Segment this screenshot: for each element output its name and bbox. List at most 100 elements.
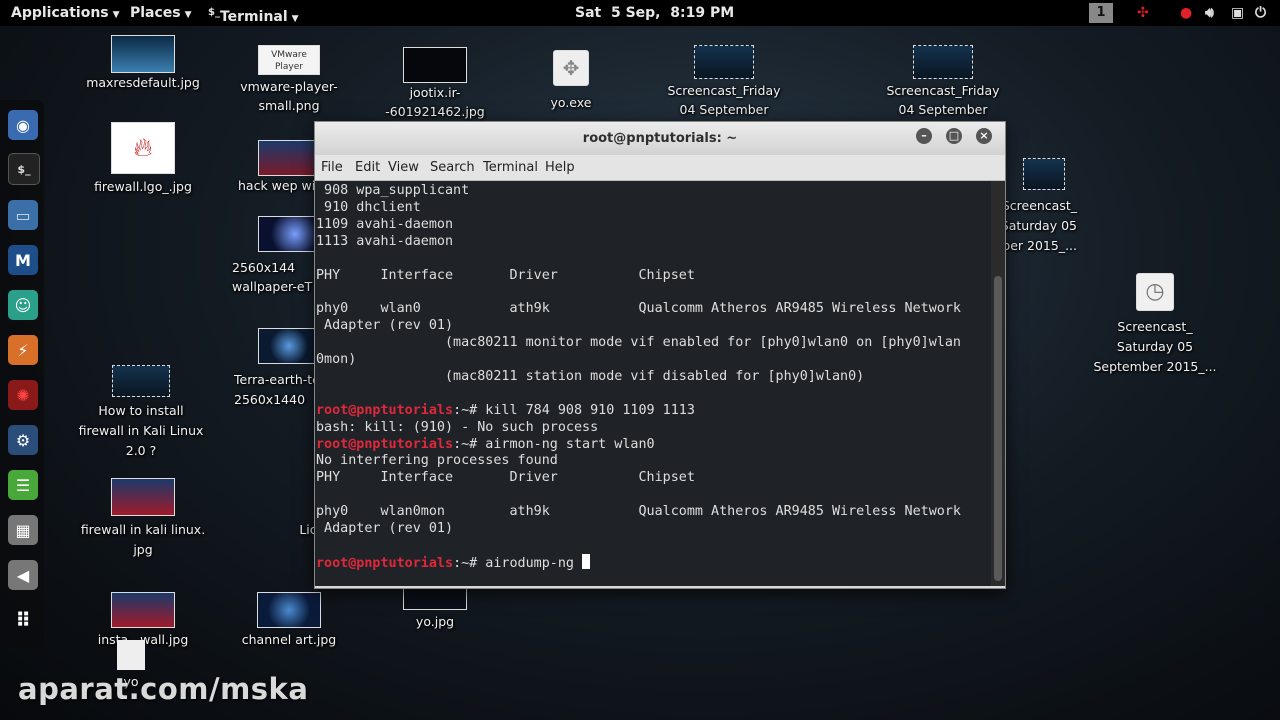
desktop-icon-label: firewall.lgo_.jpg <box>94 179 192 194</box>
desktop-icon[interactable]: firewall in kali linux. jpg <box>78 478 208 560</box>
menu-help[interactable]: Help <box>545 155 575 180</box>
image-thumbnail: VMware Player <box>258 45 320 75</box>
menu-search[interactable]: Search <box>430 155 475 180</box>
desktop-icon-label: jootix.ir--601921462.jpg <box>385 85 485 119</box>
terminal-line: Adapter (rev 01) <box>316 520 453 537</box>
scrollbar[interactable] <box>991 181 1005 586</box>
desktop-icon[interactable]: yo.jpg <box>370 588 500 631</box>
text-editor-icon[interactable]: ☰ <box>8 470 38 500</box>
maximize-icon[interactable]: □ <box>946 128 962 144</box>
desktop-icon[interactable]: 🔥︎ firewall.lgo_.jpg <box>78 122 208 196</box>
terminal-line: Adapter (rev 01) <box>316 317 453 334</box>
terminal-line: root@pnptutorials:~# kill 784 908 910 11… <box>316 402 695 419</box>
terminal-line: PHY Interface Driver Chipset <box>316 469 695 486</box>
terminal-line-text: 1109 avahi-daemon <box>316 216 454 232</box>
menu-file[interactable]: File <box>321 155 343 180</box>
image-thumbnail <box>403 47 467 83</box>
top-panel: Applications ▼ Places ▼ $_Terminal ▼ Sat 5 … <box>0 0 1280 26</box>
desktop-icon-label: maxresdefault.jpg <box>86 75 200 90</box>
terminal-line: 0mon) <box>316 351 356 368</box>
desktop-icon-label: vmware-player-small.png <box>240 79 338 113</box>
terminal-line-text: (mac80211 station mode vif disabled for … <box>316 368 865 384</box>
desktop-icon[interactable]: maxresdefault.jpg <box>78 35 208 92</box>
applications-label: Applications <box>11 5 109 21</box>
terminal-line: No interfering processes found <box>316 452 558 469</box>
desktop-icon[interactable]: Screencast_Friday 04 September <box>878 45 1008 119</box>
watermark: aparat.com/mska <box>18 672 309 706</box>
desktop-icon-label: Screencast_Friday 04 September <box>886 83 1000 117</box>
places-menu[interactable]: Places ▼ <box>130 0 192 26</box>
show-apps-icon[interactable]: ⠿ <box>8 605 38 635</box>
iceweasel-icon[interactable]: ◉ <box>8 110 38 140</box>
terminal-line-text: 908 wpa_supplicant <box>316 183 470 198</box>
terminal-line: 1113 avahi-daemon <box>316 233 453 250</box>
terminal-line: 1109 avahi-daemon <box>316 216 453 233</box>
desktop-icon[interactable]: channel art.jpg <box>224 592 354 649</box>
text-cursor <box>582 553 591 569</box>
desktop-icon[interactable]: How to install firewall in Kali Linux 2.… <box>76 365 206 461</box>
clock-file-icon: ◷ <box>1136 273 1174 311</box>
minimize-icon[interactable]: – <box>916 128 932 144</box>
desktop-icon[interactable]: ✥ yo.exe <box>506 50 636 112</box>
desktop-icon-label: Screencast_ Saturday 05 September 2015_.… <box>1093 319 1217 374</box>
menu-edit[interactable]: Edit <box>355 155 380 180</box>
terminal-window[interactable]: root@pnptutorials: ~ – □ × File Edit Vie… <box>314 121 1006 589</box>
armitage-icon[interactable]: ☺ <box>8 290 38 320</box>
shell-prompt: root@pnptutorials <box>316 555 454 571</box>
terminal-line: bash: kill: (910) - No such process <box>316 419 598 436</box>
window-titlebar[interactable]: root@pnptutorials: ~ – □ × <box>315 122 1005 155</box>
terminal-line: root@pnptutorials:~# airmon-ng start wla… <box>316 436 655 453</box>
image-thumbnail <box>258 140 320 176</box>
desktop-icon[interactable]: VMware Player vmware-player-small.png <box>224 45 354 115</box>
terminal-line-text: PHY Interface Driver Chipset <box>316 267 695 283</box>
applications-menu[interactable]: Applications ▼ <box>11 0 120 26</box>
desktop-icon[interactable]: Screencast_Friday 04 September <box>659 45 789 119</box>
faraday-icon[interactable]: ✺ <box>8 380 38 410</box>
terminal-line: PHY Interface Driver Chipset <box>316 267 695 284</box>
desktop-icon-label: yo.exe <box>550 95 592 110</box>
shell-prompt: root@pnptutorials <box>316 402 454 418</box>
scrollbar-thumb[interactable] <box>994 276 1002 581</box>
files-icon[interactable]: ▭ <box>8 200 38 230</box>
volume-icon[interactable]: 🔊︎ <box>1205 0 1214 26</box>
terminal-line-text: Adapter (rev 01) <box>316 521 454 536</box>
close-icon[interactable]: × <box>976 128 992 144</box>
image-thumbnail <box>403 588 467 610</box>
terminal-app-label: Terminal <box>219 9 288 25</box>
desktop-icon[interactable]: ◷ Screencast_ Saturday 05 September 2015… <box>1090 273 1220 377</box>
dock: ◉ $_ ▭ M ☺ ⚡ ✺ ⚙ ☰ ▦ ◀ ⠿ <box>0 100 44 648</box>
menu-view[interactable]: View <box>388 155 419 180</box>
executable-icon: ✥ <box>553 50 589 86</box>
terminal-line: (mac80211 station mode vif disabled for … <box>316 368 864 385</box>
terminal-output[interactable]: 908 wpa_supplicant 910 dhclient 1109 avah… <box>315 181 991 586</box>
desktop-icon[interactable]: jootix.ir--601921462.jpg <box>370 47 500 121</box>
menu-bar: File Edit View Search Terminal Help <box>315 155 1005 181</box>
terminal-line-text: :~# kill 784 908 910 1109 1113 <box>453 402 695 418</box>
power-icon[interactable]: ⏻ <box>1255 0 1266 26</box>
settings-icon[interactable]: ▦ <box>8 515 38 545</box>
sound-icon[interactable]: ◀ <box>8 560 38 590</box>
battery-icon[interactable]: ▣ <box>1231 0 1244 26</box>
chevron-down-icon: ▼ <box>184 10 192 20</box>
terminal-app-menu[interactable]: $_Terminal ▼ <box>208 0 299 26</box>
metasploit-icon[interactable]: M <box>8 245 38 275</box>
workspace-indicator[interactable]: 1 <box>1089 3 1113 23</box>
leafpad-icon[interactable]: ⚙ <box>8 425 38 455</box>
network-icon[interactable]: ✣ <box>1137 0 1149 26</box>
menu-terminal[interactable]: Terminal <box>483 155 538 180</box>
desktop-icon[interactable] <box>1004 158 1084 190</box>
terminal-line: 910 dhclient <box>316 199 421 216</box>
clock[interactable]: Sat 5 Sep, 8:19 PM <box>575 0 734 26</box>
video-thumbnail <box>913 45 973 79</box>
video-thumbnail <box>112 365 170 397</box>
desktop-icon-label: How to install firewall in Kali Linux 2.… <box>78 403 204 458</box>
burpsuite-icon[interactable]: ⚡ <box>8 335 38 365</box>
image-thumbnail <box>258 216 320 252</box>
firewall-thumbnail: 🔥︎ <box>111 122 175 174</box>
image-thumbnail <box>258 328 320 364</box>
terminal-icon[interactable]: $_ <box>8 153 40 185</box>
record-icon[interactable]: ● <box>1180 0 1192 26</box>
terminal-line: root@pnptutorials:~# airodump-ng <box>316 553 591 571</box>
desktop-icon-label: Screencast_Friday 04 September <box>667 83 781 117</box>
terminal-line-text: bash: kill: (910) - No such process <box>316 419 599 435</box>
